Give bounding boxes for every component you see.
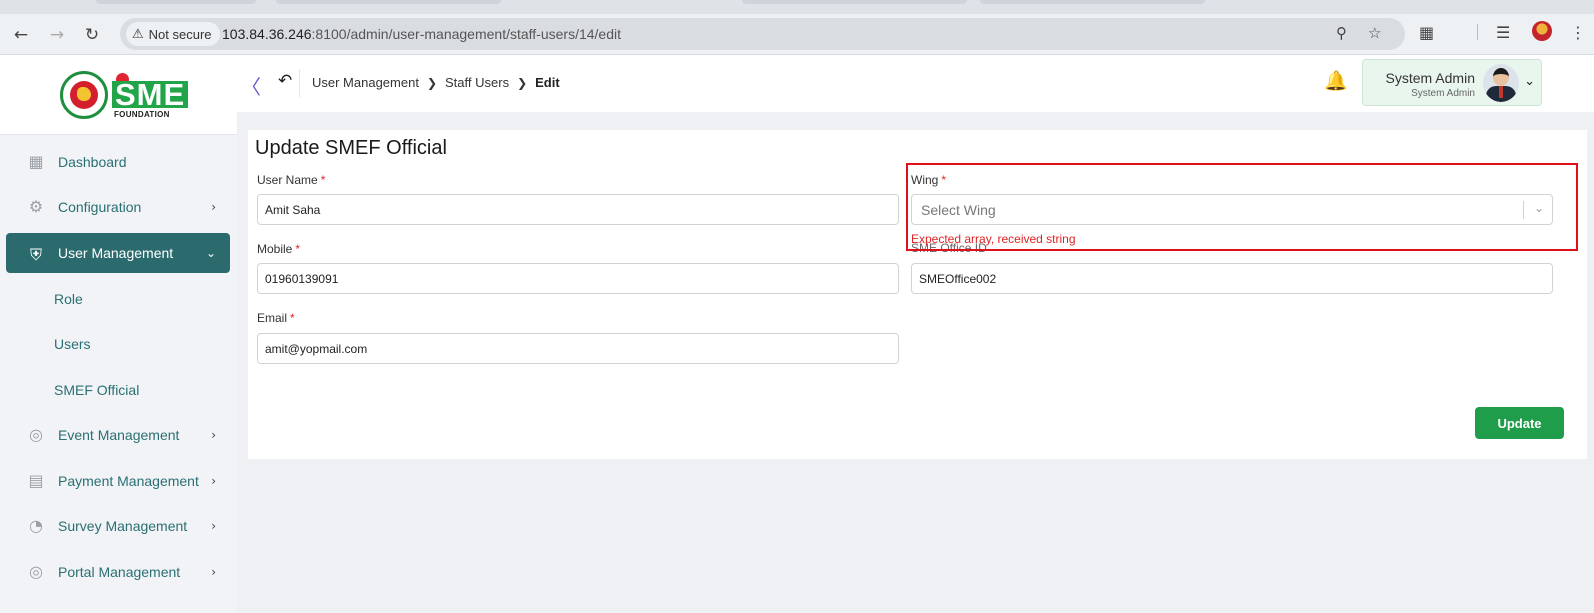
chevron-down-icon: ⌄ — [205, 246, 216, 260]
breadcrumb-item-staff-users[interactable]: Staff Users — [445, 75, 509, 90]
breadcrumb: User Management ❯ Staff Users ❯ Edit — [312, 75, 560, 90]
breadcrumb-item-edit: Edit — [535, 75, 560, 90]
sidebar-item-label: Payment Management — [58, 472, 199, 489]
security-chip[interactable]: ⚠ Not secure — [126, 22, 220, 46]
chevron-down-icon: ⌄ — [1524, 74, 1535, 89]
sidebar-item-user-management[interactable]: ⛨ User Management ⌄ — [6, 233, 230, 273]
government-emblem-logo — [60, 71, 108, 119]
reload-icon[interactable]: ↻ — [79, 22, 105, 48]
update-button[interactable]: Update — [1475, 407, 1564, 439]
forward-arrow-icon[interactable]: → — [44, 22, 70, 48]
notification-bell-icon[interactable]: 🔔 — [1324, 69, 1348, 92]
sidebar-item-label: User Management — [58, 245, 174, 261]
browser-profile-avatar[interactable] — [1532, 21, 1552, 41]
browser-tab-strip — [0, 0, 1594, 14]
sidebar-item-users[interactable]: Users — [6, 322, 230, 368]
chevron-right-icon: › — [211, 473, 216, 488]
sidebar-item-smef-official[interactable]: SMEF Official — [6, 367, 230, 413]
mobile-input[interactable] — [257, 263, 899, 294]
dashboard-icon: ▦ — [28, 151, 44, 171]
sidebar-item-label: Survey Management — [58, 518, 188, 535]
extensions-icon[interactable]: ▦ — [1419, 23, 1434, 42]
survey-icon: ◔ — [29, 516, 43, 535]
sidebar-item-configuration[interactable]: ⚙ Configuration › — [6, 185, 230, 231]
sidebar-item-dashboard[interactable]: ▦ Dashboard — [6, 139, 230, 185]
chevron-right-icon: › — [211, 564, 216, 579]
url-host: 103.84.36.246 — [222, 26, 312, 42]
bookmark-star-icon[interactable]: ☆ — [1368, 24, 1381, 42]
email-label: Email * — [257, 311, 295, 325]
browser-toolbar: ← → ↻ ⚠ Not secure 103.84.36.246:8100/ad… — [0, 14, 1594, 55]
chevron-right-icon: › — [211, 519, 216, 534]
chevron-right-icon: › — [211, 200, 216, 215]
back-arrow-icon[interactable]: ← — [8, 22, 34, 48]
sidebar-item-label: Portal Management — [58, 563, 181, 580]
browser-tab[interactable] — [96, 0, 256, 4]
media-queue-icon[interactable]: ☰ — [1496, 23, 1510, 42]
avatar — [1483, 64, 1519, 102]
warning-triangle-icon: ⚠ — [132, 26, 144, 42]
sidebar-item-label: SMEF Official — [54, 381, 140, 398]
event-icon: ◎ — [29, 425, 43, 444]
app-header: 〈 ↶ User Management ❯ Staff Users ❯ Edit… — [237, 55, 1594, 112]
sidebar-item-portal-management[interactable]: ◎ Portal Management › — [6, 549, 230, 595]
chevron-right-icon: › — [211, 428, 216, 443]
zoom-icon[interactable]: ⚲ — [1336, 24, 1347, 42]
security-label: Not secure — [148, 26, 212, 42]
payment-icon: ▤ — [28, 470, 44, 490]
portal-icon: ◎ — [29, 561, 43, 581]
address-bar[interactable]: ⚠ Not secure 103.84.36.246:8100/admin/us… — [120, 18, 1405, 50]
user-menu[interactable]: System Admin System Admin ⌄ — [1362, 59, 1542, 106]
logo-brand: SME — [112, 79, 189, 110]
configuration-icon: ⚙ — [28, 197, 44, 216]
toolbar-divider — [1477, 24, 1478, 40]
error-highlight-box — [906, 163, 1578, 251]
logo-subtitle: FOUNDATION — [114, 110, 170, 119]
logo-area: SME FOUNDATION — [0, 55, 237, 134]
mobile-label: Mobile * — [257, 242, 301, 256]
sidebar-item-payment-management[interactable]: ▤ Payment Management › — [6, 458, 230, 504]
sidebar-item-label: Users — [54, 336, 91, 353]
sidebar-item-survey-management[interactable]: ◔ Survey Management › — [6, 504, 230, 550]
sidebar-item-event-management[interactable]: ◎ Event Management › — [6, 413, 230, 459]
header-divider — [299, 69, 300, 97]
username-label: User Name * — [257, 173, 326, 187]
sidebar-item-label: Event Management — [58, 427, 180, 444]
email-input[interactable] — [257, 333, 899, 364]
chevron-right-icon: ❯ — [426, 75, 438, 90]
more-menu-icon[interactable]: ⋮ — [1570, 23, 1586, 42]
collapse-sidebar-icon[interactable]: 〈 — [241, 71, 261, 100]
sidebar-item-label: Dashboard — [58, 153, 127, 170]
sidebar-item-role[interactable]: Role — [6, 276, 230, 322]
shield-user-icon: ⛨ — [29, 245, 42, 264]
sidebar-divider — [0, 134, 237, 135]
browser-tab[interactable] — [276, 0, 501, 4]
username-input[interactable] — [257, 194, 899, 225]
url-path: :8100/admin/user-management/staff-users/… — [311, 26, 622, 42]
url-text[interactable]: 103.84.36.246:8100/admin/user-management… — [222, 26, 621, 42]
sidebar-item-label: Configuration — [58, 199, 142, 216]
undo-back-icon[interactable]: ↶ — [278, 71, 292, 91]
page-title: Update SMEF Official — [255, 137, 447, 159]
breadcrumb-item-user-management[interactable]: User Management — [312, 75, 419, 90]
user-role: System Admin — [1411, 88, 1475, 99]
sidebar: SME FOUNDATION ▦ Dashboard ⚙ Configurati… — [0, 55, 237, 613]
sidebar-menu: ▦ Dashboard ⚙ Configuration › ⛨ User Man… — [6, 139, 230, 595]
browser-tab[interactable] — [742, 0, 967, 4]
user-name: System Admin — [1385, 70, 1475, 86]
chevron-right-icon: ❯ — [517, 75, 528, 90]
sidebar-item-label: Role — [54, 290, 83, 307]
browser-tab[interactable] — [980, 0, 1205, 4]
sme-office-id-input[interactable] — [911, 263, 1553, 294]
